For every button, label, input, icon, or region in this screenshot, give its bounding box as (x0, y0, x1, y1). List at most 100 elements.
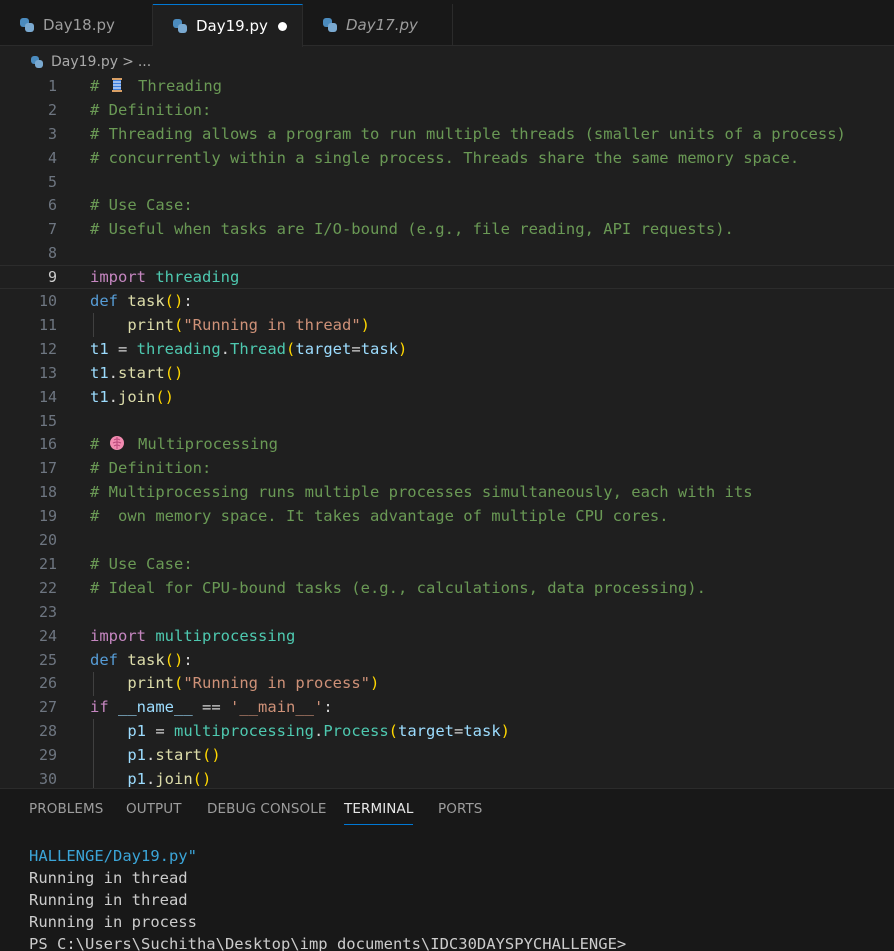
string-literal: '__main__' (230, 698, 324, 717)
function-name: task (127, 650, 165, 669)
line-number: 6 (47, 196, 57, 215)
comment-text: Threading (128, 76, 222, 95)
keyword: def (90, 292, 118, 311)
tab-debug-console[interactable]: DEBUG CONSOLE (207, 801, 327, 817)
terminal-line: Running in thread (29, 869, 188, 887)
tab-day18[interactable]: Day18.py (0, 4, 153, 46)
code-line: 26 print("Running in process") (0, 671, 894, 696)
tab-terminal[interactable]: TERMINAL (344, 801, 414, 825)
line-number: 29 (38, 746, 57, 765)
tab-day17[interactable]: Day17.py (303, 4, 453, 46)
line-number: 9 (47, 268, 57, 287)
operator: == (202, 698, 221, 717)
line-number: 12 (38, 339, 57, 358)
comment-text: # Definition: (90, 100, 212, 119)
tab-label: Day19.py (196, 17, 268, 35)
comment-text: # Useful when tasks are I/O-bound (e.g.,… (90, 220, 734, 239)
chevron-right-icon: > (122, 54, 134, 70)
function-call: print (127, 674, 174, 693)
variable: p1 (127, 722, 146, 741)
code-line: 6 # Use Case: (0, 194, 894, 218)
function-name: task (127, 292, 165, 311)
terminal-line: Running in thread (29, 891, 188, 909)
tab-output[interactable]: OUTPUT (126, 801, 182, 817)
keyword: import (90, 626, 146, 645)
terminal-line: HALLENGE/Day19.py" (29, 847, 197, 865)
code-line: 18 # Multiprocessing runs multiple proces… (0, 480, 894, 504)
code-line: 1 # Threading (0, 74, 894, 98)
line-number: 8 (47, 244, 57, 263)
line-number: 19 (38, 507, 57, 526)
keyword-argument: target (398, 722, 454, 741)
line-number: 23 (38, 602, 57, 621)
code-line: 10 def task(): (0, 289, 894, 313)
comment-text: # Ideal for CPU-bound tasks (e.g., calcu… (90, 578, 706, 597)
code-line: 24 import multiprocessing (0, 624, 894, 648)
code-line: 16 # Multiprocessing (0, 433, 894, 457)
variable: __name__ (118, 698, 193, 717)
editor-tab-bar: Day18.py Day19.py Day17.py (0, 0, 894, 47)
method-call: join (118, 387, 156, 406)
code-line: 2 # Definition: (0, 98, 894, 122)
python-file-icon (20, 18, 34, 32)
terminal-prompt[interactable]: PS C:\Users\Suchitha\Desktop\imp documen… (29, 935, 626, 951)
line-number: 16 (38, 435, 57, 454)
line-number: 18 (38, 483, 57, 502)
breadcrumb-file[interactable]: Day19.py (51, 54, 118, 70)
code-line: 11 print("Running in thread") (0, 313, 894, 337)
line-number: 17 (38, 459, 57, 478)
variable: t1 (90, 363, 109, 382)
code-editor[interactable]: 1 # Threading 2 # Definition: 3 # Threading… (0, 74, 894, 788)
class-name: Process (323, 722, 389, 741)
keyword-argument: target (295, 339, 352, 358)
line-number: 30 (38, 770, 57, 788)
code-line: 4 # concurrently within a single process.… (0, 146, 894, 170)
tab-problems[interactable]: PROBLEMS (29, 801, 103, 817)
variable: task (360, 339, 399, 358)
comment-text: # (90, 76, 109, 95)
code-line: 17 # Definition: (0, 456, 894, 480)
module-name: multiprocessing (155, 626, 296, 645)
line-number: 22 (38, 578, 57, 597)
code-line: 28 p1 = multiprocessing.Process(target=t… (0, 719, 894, 744)
comment-text: # Definition: (90, 459, 212, 478)
breadcrumb-more[interactable]: ... (138, 54, 151, 70)
line-number: 20 (38, 531, 57, 550)
keyword: import (90, 268, 146, 287)
method-call: start (118, 363, 165, 382)
comment-text: # Use Case: (90, 196, 193, 215)
code-line: 20 (0, 528, 894, 552)
tab-day19[interactable]: Day19.py (153, 4, 303, 47)
line-number: 27 (38, 698, 57, 717)
python-file-icon (31, 56, 43, 68)
thread-spool-emoji (111, 77, 122, 92)
variable: t1 (90, 339, 109, 358)
comment-text: # Use Case: (90, 554, 193, 573)
code-line: 19 # own memory space. It takes advantage… (0, 504, 894, 528)
tab-ports[interactable]: PORTS (438, 801, 482, 817)
variable: p1 (127, 770, 146, 788)
tab-label: Day18.py (43, 16, 115, 34)
code-line: 23 (0, 600, 894, 624)
code-line: 25 def task(): (0, 648, 894, 672)
comment-text: Multiprocessing (128, 435, 278, 454)
python-file-icon (323, 18, 337, 32)
breadcrumb: Day19.py > ... (31, 50, 151, 74)
comment-text: # Threading allows a program to run mult… (90, 124, 846, 143)
bottom-panel: PROBLEMS OUTPUT DEBUG CONSOLE TERMINAL P… (0, 788, 894, 951)
code-line: 12 t1 = threading.Thread(target=task) (0, 337, 894, 361)
code-line: 7 # Useful when tasks are I/O-bound (e.g.… (0, 217, 894, 241)
line-number: 26 (38, 674, 57, 693)
code-line: 22 # Ideal for CPU-bound tasks (e.g., cal… (0, 576, 894, 600)
code-line: 8 (0, 241, 894, 265)
modified-dot-icon[interactable] (278, 22, 287, 31)
line-number: 2 (47, 100, 57, 119)
module-name: multiprocessing (174, 722, 314, 741)
code-line: 15 (0, 409, 894, 433)
keyword: def (90, 650, 118, 669)
code-line: 13 t1.start() (0, 361, 894, 385)
code-line: 30 p1.join() (0, 767, 894, 788)
comment-text: # Multiprocessing runs multiple processe… (90, 483, 753, 502)
code-line: 27 if __name__ == '__main__': (0, 695, 894, 719)
python-file-icon (173, 19, 187, 33)
